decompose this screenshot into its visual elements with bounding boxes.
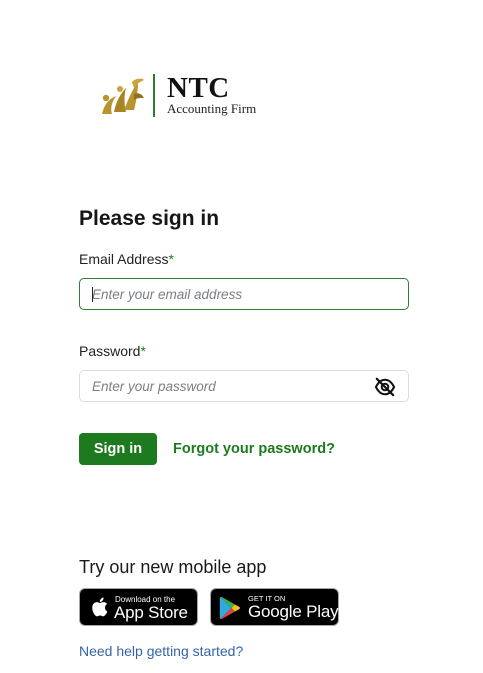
google-play-big-text: Google Play bbox=[248, 602, 339, 621]
google-play-icon bbox=[219, 596, 240, 620]
email-input[interactable] bbox=[92, 279, 362, 309]
email-required-mark: * bbox=[168, 251, 174, 267]
company-logo: NTC Accounting Firm bbox=[98, 72, 268, 122]
email-label: Email Address* bbox=[79, 251, 174, 268]
mobile-app-heading: Try our new mobile app bbox=[79, 557, 267, 577]
eye-slash-icon[interactable] bbox=[374, 377, 396, 397]
page-title: Please sign in bbox=[79, 207, 220, 230]
sign-in-button[interactable]: Sign in bbox=[79, 433, 157, 465]
app-store-badge[interactable]: Download on the App Store bbox=[79, 588, 198, 626]
password-input[interactable] bbox=[92, 371, 362, 401]
apple-icon bbox=[92, 597, 108, 617]
email-field-wrapper bbox=[79, 278, 409, 310]
logo-divider bbox=[153, 74, 155, 117]
password-label: Password* bbox=[79, 343, 146, 360]
logo-name: NTC bbox=[167, 72, 230, 104]
email-label-text: Email Address bbox=[79, 251, 169, 267]
logo-subtitle: Accounting Firm bbox=[167, 101, 257, 116]
text-caret bbox=[92, 287, 93, 302]
help-getting-started-link[interactable]: Need help getting started? bbox=[79, 643, 243, 660]
ntc-figures-logo-icon bbox=[102, 78, 144, 114]
password-field-wrapper bbox=[79, 370, 409, 402]
password-required-mark: * bbox=[140, 343, 146, 359]
forgot-password-link[interactable]: Forgot your password? bbox=[173, 440, 335, 458]
password-label-text: Password bbox=[79, 343, 141, 359]
app-store-big-text: App Store bbox=[114, 603, 188, 622]
google-play-badge[interactable]: GET IT ON Google Play bbox=[210, 588, 339, 626]
